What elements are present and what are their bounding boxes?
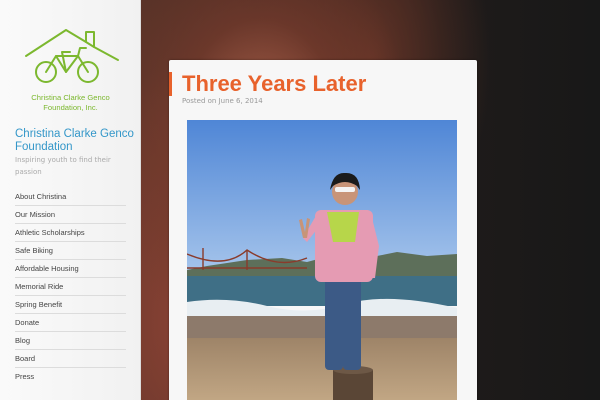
house-bicycle-icon[interactable] xyxy=(22,26,122,90)
post-card: Three Years Later Posted on June 6, 2014 xyxy=(169,60,477,400)
nav-item-board[interactable]: Board xyxy=(15,350,126,368)
site-description: Inspiring youth to find their passion xyxy=(15,156,111,176)
nav-item-press[interactable]: Press xyxy=(15,368,126,386)
nav-item-about-christina[interactable]: About Christina xyxy=(15,188,126,206)
title-accent-bar xyxy=(169,72,172,96)
nav-item-blog[interactable]: Blog xyxy=(15,332,126,350)
logo-caption-line-2: Foundation, Inc. xyxy=(43,103,98,112)
main-nav: About Christina Our Mission Athletic Sch… xyxy=(15,188,126,386)
logo-caption: Christina Clarke Genco Foundation, Inc. xyxy=(0,93,141,113)
nav-item-safe-biking[interactable]: Safe Biking xyxy=(15,242,126,260)
post-title[interactable]: Three Years Later xyxy=(182,71,366,97)
nav-item-athletic-scholarships[interactable]: Athletic Scholarships xyxy=(15,224,126,242)
post-meta: Posted on June 6, 2014 xyxy=(182,97,263,105)
nav-item-spring-benefit[interactable]: Spring Benefit xyxy=(15,296,126,314)
logo-caption-line-1: Christina Clarke Genco xyxy=(31,93,110,102)
sidebar: Christina Clarke Genco Foundation, Inc. … xyxy=(0,0,141,400)
nav-item-our-mission[interactable]: Our Mission xyxy=(15,206,126,224)
nav-item-affordable-housing[interactable]: Affordable Housing xyxy=(15,260,126,278)
nav-item-memorial-ride[interactable]: Memorial Ride xyxy=(15,278,126,296)
post-photo xyxy=(187,120,457,400)
site-title[interactable]: Christina Clarke Genco Foundation xyxy=(15,128,135,154)
nav-item-donate[interactable]: Donate xyxy=(15,314,126,332)
